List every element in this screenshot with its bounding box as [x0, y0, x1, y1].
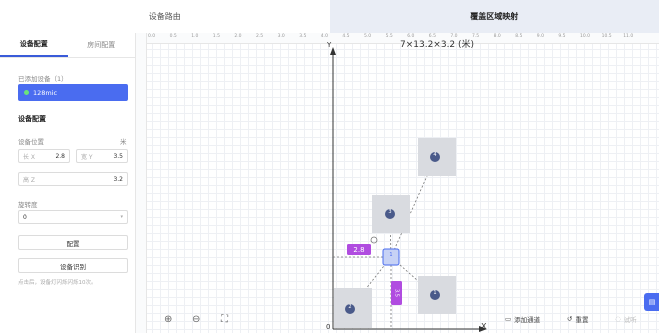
try-listen-label: 试听 — [623, 316, 637, 324]
monitor-icon: ▭ — [505, 315, 512, 323]
height-z-field[interactable]: 高 Z 3.2 — [18, 172, 128, 186]
mapping-canvas[interactable]: 0.0 0.5 1.0 1.5 2.0 2.5 3.0 3.5 4.0 4.5 5.0 5.5 6.0 6… — [136, 33, 659, 333]
length-x-value: 2.8 — [55, 152, 65, 160]
configure-button[interactable]: 配置 — [18, 235, 128, 250]
panel-icon: ▤ — [648, 298, 656, 306]
device-config-title: 设备配置 — [18, 115, 46, 123]
identify-hint: 点击后，设备灯闪烁闪烁10次。 — [18, 280, 97, 286]
identify-device-button[interactable]: 设备识别 — [18, 258, 128, 273]
tab-device-routing[interactable]: 设备路由 — [0, 0, 330, 33]
play-icon: ◌ — [615, 315, 621, 323]
height-z-label: 高 Z — [23, 176, 36, 184]
left-config-panel: 设备配置 房间配置 已添加设备（1） 128mic 设备配置 设备位置 米 长 … — [0, 33, 136, 333]
y-readout: 3.5 — [393, 289, 400, 297]
sub-tab-bar: 设备配置 房间配置 — [0, 33, 135, 58]
width-y-field[interactable]: 宽 Y 3.5 — [76, 149, 128, 163]
height-z-value: 3.2 — [113, 175, 123, 183]
fit-view-icon[interactable]: ⛶ — [221, 314, 228, 325]
reset-icon: ↺ — [567, 315, 573, 323]
axis-x-label: X — [481, 322, 487, 331]
length-x-label: 长 X — [23, 153, 36, 161]
x-readout: 2.8 — [353, 245, 365, 254]
device-label-3[interactable]: 3 — [387, 209, 393, 215]
device-label-1[interactable]: 1 — [432, 290, 438, 296]
add-channel-button[interactable]: ▭ 添加通道 — [505, 314, 540, 324]
added-devices-label: 已添加设备（1） — [18, 75, 68, 83]
rotation-value: 0 — [23, 213, 27, 221]
device-item-label: 128mic — [33, 88, 58, 97]
add-channel-label: 添加通道 — [514, 316, 541, 324]
room-dimension-title: 7×13.2×3.2 (米) — [400, 40, 475, 50]
selected-device-label[interactable]: 1 — [388, 252, 394, 258]
tab-coverage-mapping[interactable]: 覆盖区域映射 — [329, 0, 659, 33]
reset-label: 重置 — [575, 316, 589, 324]
axis-y-label: Y — [327, 41, 332, 49]
length-x-field[interactable]: 长 X 2.8 — [18, 149, 70, 163]
position-label: 设备位置 — [18, 138, 44, 146]
device-label-4[interactable]: 4 — [432, 152, 438, 158]
chevron-down-icon: ▾ — [120, 214, 123, 220]
top-tab-bar: 设备路由 覆盖区域映射 — [0, 0, 659, 34]
try-listen-button[interactable]: ◌ 试听 — [615, 314, 637, 324]
origin-label: 0 — [326, 323, 331, 331]
tab-room-config[interactable]: 房间配置 — [68, 33, 136, 57]
width-y-label: 宽 Y — [81, 153, 93, 161]
device-label-2[interactable]: 2 — [347, 304, 353, 310]
rotation-label: 旋转度 — [18, 201, 38, 209]
tab-device-config[interactable]: 设备配置 — [0, 33, 68, 57]
width-y-value: 3.5 — [113, 152, 123, 160]
zoom-in-icon[interactable]: ⊕ — [164, 314, 172, 325]
side-float-button[interactable]: ▤ — [644, 293, 659, 311]
status-dot-icon — [24, 90, 29, 95]
reset-button[interactable]: ↺ 重置 — [567, 314, 588, 324]
rotate-handle-icon — [370, 236, 378, 244]
zoom-out-icon[interactable]: ⊖ — [192, 314, 200, 325]
position-unit: 米 — [120, 138, 127, 146]
rotation-select[interactable]: 0 ▾ — [18, 210, 128, 224]
device-item-selected[interactable]: 128mic — [18, 84, 128, 101]
